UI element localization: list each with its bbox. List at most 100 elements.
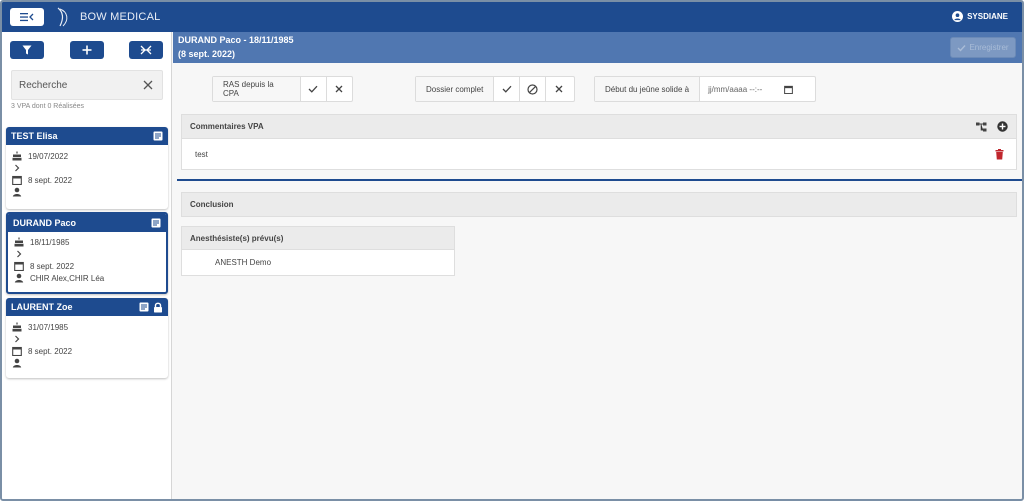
search-box (11, 70, 163, 100)
patient-card[interactable]: TEST Elisa 19/07/2022 8 sept. 2022 (6, 127, 168, 209)
lock-icon (154, 302, 162, 312)
sidebar-actions (10, 41, 165, 59)
jeune-label: Début du jeûne solide à (595, 77, 701, 101)
check-icon (308, 85, 318, 93)
jeune-datetime-input[interactable]: jj/mm/aaaa --:-- (700, 77, 801, 101)
conclusion-section[interactable]: Conclusion (181, 192, 1017, 217)
ras-toggle-group: RAS depuis la CPA (212, 76, 353, 102)
person-icon (14, 273, 24, 283)
calendar-icon (12, 175, 22, 185)
visit-date: 8 sept. 2022 (28, 175, 73, 185)
birth-date: 31/07/1985 (28, 322, 69, 332)
dossier-yes-button[interactable] (494, 77, 521, 101)
top-bar: BOW MEDICAL SYSDIANE (2, 2, 1022, 32)
jeune-placeholder: jj/mm/aaaa --:-- (708, 84, 763, 94)
tree-structure-icon[interactable] (976, 122, 987, 132)
vpa-count: 3 VPA dont 0 Réalisées (11, 103, 85, 110)
app-window: BOW MEDICAL SYSDIANE Recherche 3 VPA don… (0, 0, 1024, 501)
patient-name: DURAND Paco (13, 218, 77, 228)
cake-icon (14, 237, 24, 247)
birth-date: 19/07/2022 (28, 151, 69, 161)
note-icon (139, 302, 149, 312)
close-icon (335, 85, 343, 93)
filter-button[interactable] (10, 41, 44, 59)
clear-search-icon[interactable] (142, 79, 154, 91)
anesth-header: Anesthésiste(s) prévu(s) (182, 227, 454, 250)
ras-no-button[interactable] (327, 77, 352, 101)
calendar-icon (14, 261, 24, 271)
surgeon-row (6, 186, 168, 198)
dossier-toggle-group: Dossier complet (415, 76, 575, 102)
search-input[interactable] (12, 71, 137, 99)
note-icon (153, 131, 163, 141)
menu-toggle-button[interactable] (10, 8, 44, 26)
person-icon (12, 358, 22, 368)
main-panel: DURAND Paco - 18/11/1985 (8 sept. 2022) … (173, 32, 1022, 499)
anesth-title: Anesthésiste(s) prévu(s) (190, 233, 284, 243)
user-name: SYSDIANE (967, 12, 1008, 21)
visit-date: 8 sept. 2022 (28, 346, 73, 356)
dossier-no-button[interactable] (546, 77, 572, 101)
surgeon-row: CHIR Alex,CHIR Léa (8, 272, 166, 284)
patient-card-header: LAURENT Zoe (6, 298, 168, 316)
patient-card[interactable]: LAURENT Zoe 31/07/1985 8 sept. 2022 (6, 298, 168, 378)
cake-icon (12, 322, 22, 332)
section-divider (177, 179, 1022, 181)
dossier-label: Dossier complet (416, 77, 495, 101)
patient-header: DURAND Paco - 18/11/1985 (8 sept. 2022) … (173, 32, 1022, 63)
calendar-icon (12, 346, 22, 356)
chevron-row (6, 333, 168, 345)
comments-title: Commentaires VPA (190, 122, 264, 131)
merge-button[interactable] (129, 41, 163, 59)
brand-logo: BOW MEDICAL (54, 6, 160, 28)
block-icon (527, 83, 538, 95)
birth-row: 18/11/1985 (8, 236, 166, 248)
check-icon (957, 44, 966, 52)
merge-arrows-icon (140, 45, 152, 55)
comments-header: Commentaires VPA (182, 115, 1016, 139)
check-icon (502, 85, 512, 93)
calendar-icon[interactable] (784, 85, 794, 94)
patient-name: LAURENT Zoe (11, 302, 73, 312)
jeune-group: Début du jeûne solide à jj/mm/aaaa --:-- (594, 76, 816, 102)
visit-date-row: 8 sept. 2022 (6, 345, 168, 357)
sidebar: 3 VPA dont 0 Réalisées TEST Elisa 19/07/… (2, 32, 172, 499)
user-menu[interactable]: SYSDIANE (952, 11, 1008, 22)
ras-label: RAS depuis la CPA (213, 77, 302, 101)
visit-date-title: (8 sept. 2022) (178, 49, 236, 59)
bow-logo-icon (57, 7, 68, 27)
menu-collapse-icon (20, 13, 34, 22)
patient-name: TEST Elisa (11, 131, 58, 141)
comment-text: test (195, 149, 208, 159)
note-icon (151, 218, 161, 228)
delete-icon[interactable] (995, 148, 1004, 160)
brand-name: BOW MEDICAL (80, 11, 161, 23)
add-circle-icon[interactable] (997, 121, 1008, 132)
close-icon (555, 85, 563, 93)
patient-card-selected[interactable]: DURAND Paco 18/11/1985 8 sept. 2022 CHIR… (6, 212, 168, 294)
plus-icon (82, 45, 92, 55)
patient-title: DURAND Paco - 18/11/1985 (178, 35, 294, 45)
cake-icon (12, 151, 22, 161)
chevron-right-icon (15, 164, 20, 172)
ras-yes-button[interactable] (301, 77, 327, 101)
surgeon-names: CHIR Alex,CHIR Léa (30, 273, 105, 283)
dossier-na-button[interactable] (520, 77, 547, 101)
add-button[interactable] (70, 41, 104, 59)
surgeon-row (6, 357, 168, 369)
save-button[interactable]: Enregistrer (950, 37, 1016, 58)
anesth-section: Anesthésiste(s) prévu(s) ANESTH Demo (181, 226, 455, 276)
birth-date: 18/11/1985 (30, 237, 70, 247)
anesth-name: ANESTH Demo (215, 258, 272, 267)
conclusion-header: Conclusion (182, 193, 1016, 216)
user-circle-icon (952, 11, 964, 22)
birth-row: 19/07/2022 (6, 150, 168, 162)
patient-card-header: DURAND Paco (8, 214, 166, 232)
chevron-right-icon (15, 335, 20, 343)
person-icon (12, 187, 22, 197)
anesth-item: ANESTH Demo (182, 250, 454, 275)
visit-date-row: 8 sept. 2022 (8, 260, 166, 272)
patient-card-header: TEST Elisa (6, 127, 168, 145)
conclusion-title: Conclusion (190, 200, 234, 209)
comments-section: Commentaires VPA test (181, 114, 1017, 170)
